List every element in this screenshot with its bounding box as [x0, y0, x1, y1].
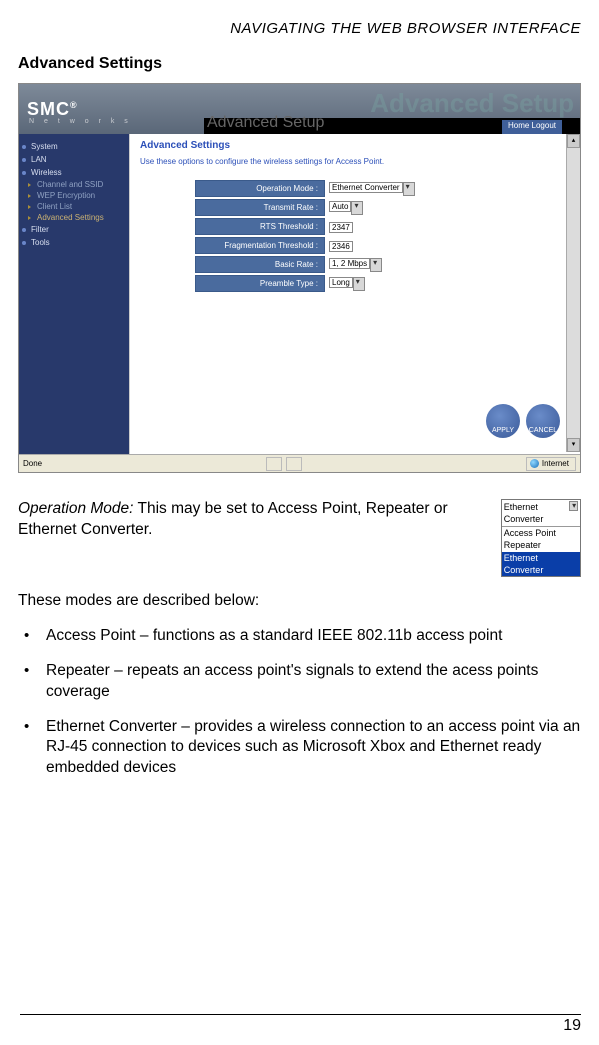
label-preamble: Preamble Type : [195, 275, 325, 292]
lead-label: Operation Mode: [18, 500, 133, 517]
logo-sub: N e t w o r k s [29, 118, 132, 125]
operation-mode-paragraph: Operation Mode: This may be set to Acces… [18, 499, 491, 541]
sidebar-item-tools[interactable]: Tools [19, 236, 129, 249]
select-basic-rate[interactable]: 1, 2 Mbps [329, 258, 370, 269]
page-number: 19 [20, 1014, 581, 1035]
opmode-option-selected: Ethernet Converter [502, 552, 580, 576]
status-zone: Internet [526, 457, 576, 471]
status-cell [286, 457, 302, 471]
label-transmit-rate: Transmit Rate : [195, 199, 325, 216]
scroll-up-icon[interactable]: ▴ [567, 134, 580, 148]
sidebar-sub-channel[interactable]: Channel and SSID [19, 179, 129, 190]
label-rts: RTS Threshold : [195, 218, 325, 235]
label-basic-rate: Basic Rate : [195, 256, 325, 273]
select-transmit-rate[interactable]: Auto [329, 201, 351, 212]
row-operation-mode: Operation Mode : Ethernet Converter [195, 180, 570, 197]
logo: SMC® [27, 99, 78, 120]
sidebar-sub-wep[interactable]: WEP Encryption [19, 190, 129, 201]
screenshot-panel: SMC® N e t w o r k s Advanced Setup Adva… [18, 83, 581, 473]
watermark: Advanced Setup [370, 88, 574, 119]
status-right-text: Internet [542, 459, 569, 468]
sidebar-item-system[interactable]: System [19, 140, 129, 153]
tab-label: Advanced Setup [207, 114, 324, 132]
main-panel: Advanced Settings Use these options to c… [129, 134, 580, 454]
row-rts: RTS Threshold : 2347 [195, 218, 570, 235]
main-desc: Use these options to configure the wirel… [140, 157, 570, 166]
mode-list: Access Point – functions as a standard I… [18, 626, 581, 780]
scrollbar[interactable]: ▴ ▾ [566, 134, 580, 452]
chevron-down-icon[interactable] [403, 182, 415, 196]
bullet-access-point: Access Point – functions as a standard I… [18, 626, 581, 647]
sidebar-sub-advanced[interactable]: Advanced Settings [19, 212, 129, 223]
scroll-down-icon[interactable]: ▾ [567, 438, 580, 452]
status-left: Done [23, 459, 42, 468]
input-frag[interactable]: 2346 [329, 241, 353, 252]
select-preamble[interactable]: Long [329, 277, 353, 288]
sidebar-sub-clientlist[interactable]: Client List [19, 201, 129, 212]
label-operation-mode: Operation Mode : [195, 180, 325, 197]
chevron-down-icon [569, 501, 578, 511]
opmode-option: Access Point [502, 527, 580, 539]
sidebar-item-lan[interactable]: LAN [19, 153, 129, 166]
chevron-down-icon[interactable] [353, 277, 365, 291]
opmode-dropdown-illustration: Ethernet Converter Access Point Repeater… [501, 499, 581, 577]
row-preamble: Preamble Type : Long [195, 275, 570, 292]
select-operation-mode[interactable]: Ethernet Converter [329, 182, 403, 193]
chevron-down-icon[interactable] [370, 258, 382, 272]
apply-button[interactable]: APPLY [486, 404, 520, 438]
main-title: Advanced Settings [140, 140, 570, 151]
bullet-ethernet-converter: Ethernet Converter – provides a wireless… [18, 717, 581, 780]
globe-icon [530, 459, 539, 468]
bullet-repeater: Repeater – repeats an access point's sig… [18, 661, 581, 703]
chevron-down-icon[interactable] [351, 201, 363, 215]
cancel-button[interactable]: CANCEL [526, 404, 560, 438]
status-bar: Done Internet [19, 454, 580, 472]
page-header: NAVIGATING THE WEB BROWSER INTERFACE [18, 20, 581, 37]
modes-intro: These modes are described below: [18, 591, 581, 612]
sidebar: System LAN Wireless Channel and SSID WEP… [19, 134, 129, 454]
status-cell [266, 457, 282, 471]
row-transmit-rate: Transmit Rate : Auto [195, 199, 570, 216]
topbar-links[interactable]: Home Logout [502, 120, 562, 134]
row-frag: Fragmentation Threshold : 2346 [195, 237, 570, 254]
sidebar-item-filter[interactable]: Filter [19, 223, 129, 236]
input-rts[interactable]: 2347 [329, 222, 353, 233]
sidebar-item-wireless[interactable]: Wireless [19, 166, 129, 179]
opmode-dd-selected: Ethernet Converter [502, 500, 580, 527]
row-basic-rate: Basic Rate : 1, 2 Mbps [195, 256, 570, 273]
section-title: Advanced Settings [18, 55, 581, 73]
label-frag: Fragmentation Threshold : [195, 237, 325, 254]
opmode-option: Repeater [502, 539, 580, 551]
settings-form: Operation Mode : Ethernet Converter Tran… [195, 180, 570, 292]
